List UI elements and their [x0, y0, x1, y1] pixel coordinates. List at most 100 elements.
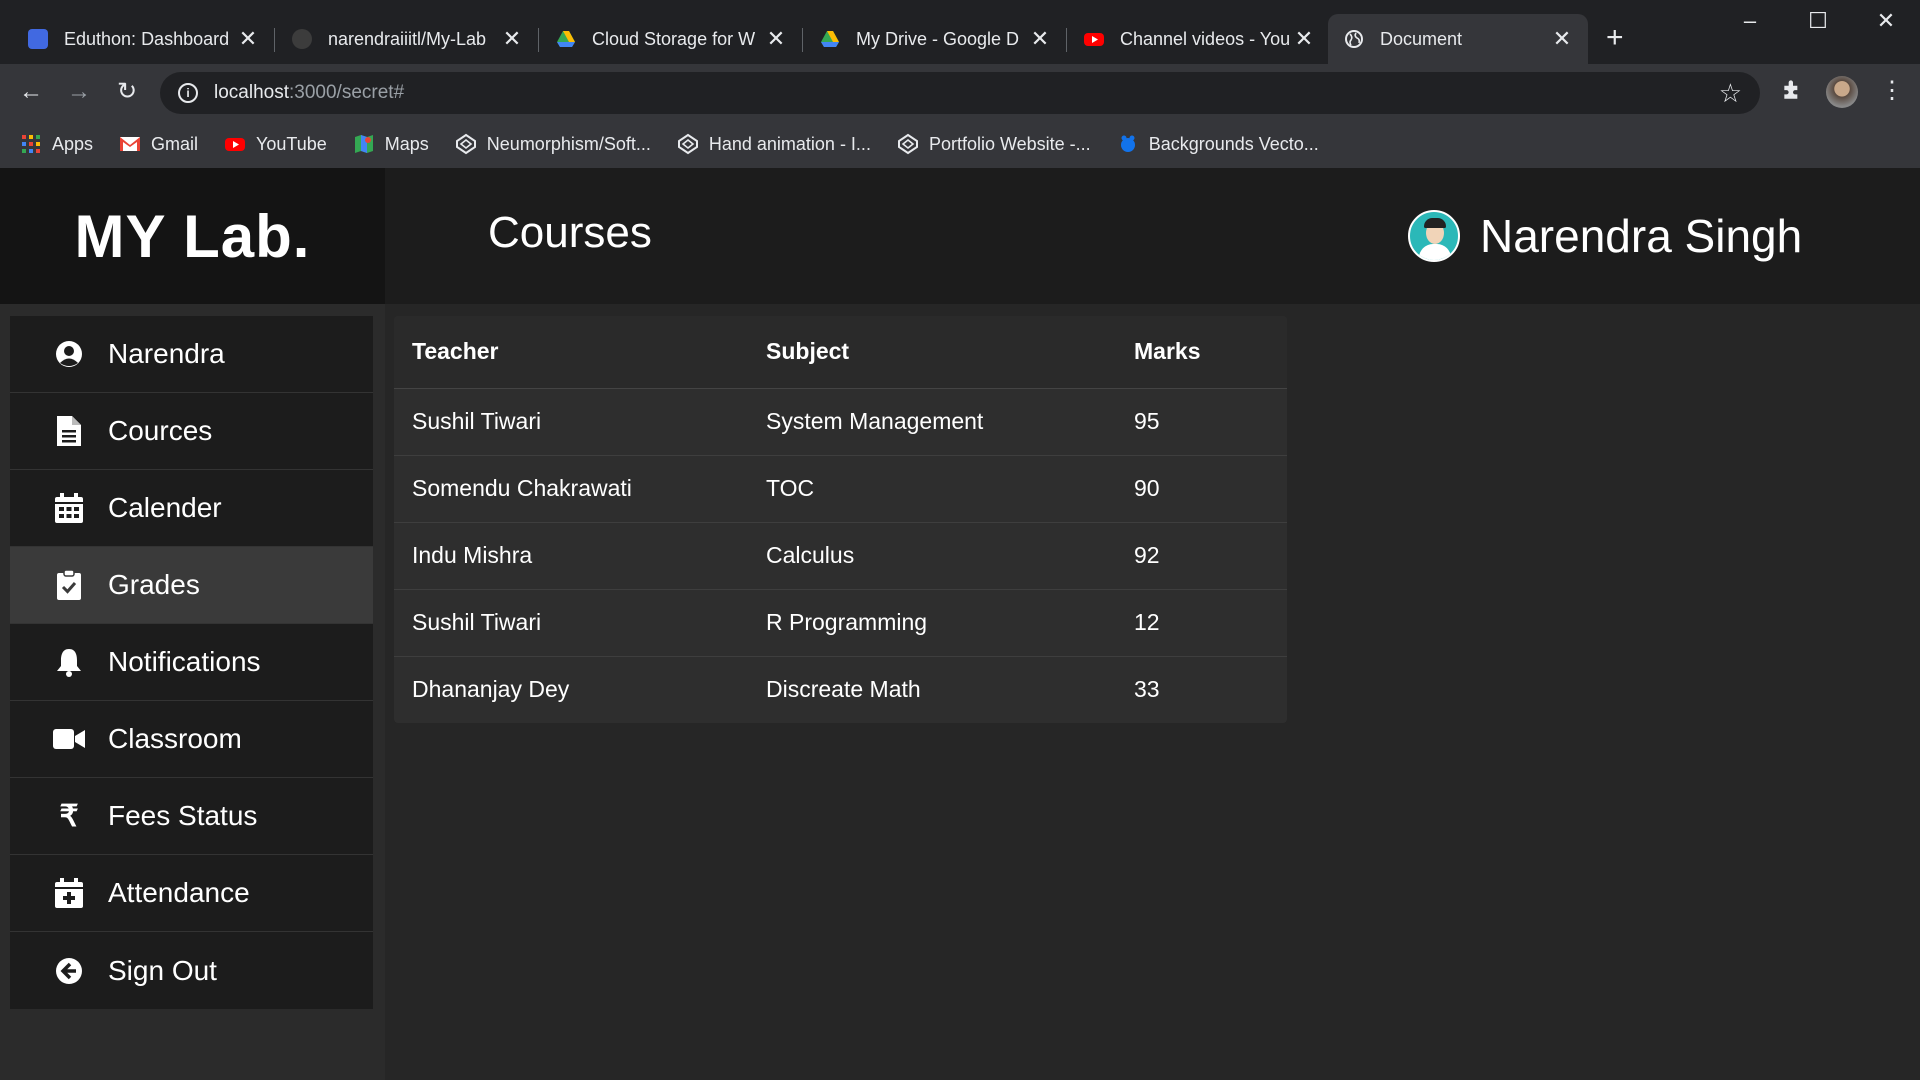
sidebar-item-notifications[interactable]: Notifications: [10, 624, 373, 701]
codepen-icon: [455, 133, 476, 155]
forward-arrow-icon[interactable]: →: [64, 78, 94, 106]
table-row: Indu Mishra Calculus 92: [394, 522, 1287, 590]
gmail-icon: [120, 137, 141, 151]
bookmark-backgrounds[interactable]: Backgrounds Vecto...: [1117, 133, 1319, 155]
close-tab-icon[interactable]: ✕: [1030, 26, 1050, 52]
tab-my-drive[interactable]: My Drive - Google D ✕: [804, 14, 1067, 64]
sidebar-item-profile[interactable]: Narendra: [10, 316, 373, 393]
close-tab-icon[interactable]: ✕: [1552, 26, 1572, 52]
google-drive-icon: [821, 31, 839, 47]
tab-title: Channel videos - You: [1120, 28, 1291, 49]
minimize-icon[interactable]: –: [1730, 8, 1770, 34]
site-info-icon[interactable]: i: [178, 83, 198, 103]
url-host: localhost: [214, 82, 289, 103]
user-name: Narendra Singh: [1480, 210, 1803, 262]
teacher-cell: Indu Mishra: [394, 522, 766, 590]
subject-cell: System Management: [766, 388, 1134, 456]
close-tab-icon[interactable]: ✕: [238, 26, 258, 52]
maximize-icon[interactable]: ☐: [1798, 8, 1838, 34]
bookmark-apps[interactable]: Apps: [20, 133, 93, 155]
globe-icon: [1345, 30, 1363, 48]
column-header-marks: Marks: [1134, 316, 1287, 389]
reload-icon[interactable]: ↻: [112, 78, 142, 106]
avatar[interactable]: [1408, 210, 1460, 262]
back-arrow-icon[interactable]: ←: [16, 78, 46, 106]
brand-logo[interactable]: MY Lab.: [0, 168, 385, 304]
close-tab-icon[interactable]: ✕: [1294, 26, 1314, 52]
sidebar-item-courses[interactable]: Cources: [10, 393, 373, 470]
bookmark-neumorphism[interactable]: Neumorphism/Soft...: [455, 133, 651, 155]
sidebar-item-fees-status[interactable]: ₹ Fees Status: [10, 778, 373, 855]
sidebar-item-attendance[interactable]: Attendance: [10, 855, 373, 932]
table-header-row: Teacher Subject Marks: [394, 316, 1287, 389]
avatar-hair: [1424, 218, 1446, 228]
file-icon: [52, 414, 86, 448]
grades-table: Teacher Subject Marks Sushil Tiwari Syst…: [394, 316, 1287, 723]
column-header-teacher: Teacher: [394, 316, 766, 389]
bell-icon: [52, 645, 86, 679]
tab-separator: [274, 28, 275, 52]
maps-icon: [354, 135, 373, 153]
bookmark-label: Portfolio Website -...: [928, 133, 1091, 154]
calendar-plus-icon: [52, 876, 86, 910]
marks-cell: 33: [1134, 676, 1160, 703]
user-circle-icon: [52, 337, 86, 371]
teacher-cell: Sushil Tiwari: [394, 388, 766, 456]
tab-eduthon[interactable]: Eduthon: Dashboard ✕: [12, 14, 275, 64]
tab-title: Cloud Storage for W: [592, 28, 756, 49]
app-header: MY Lab. Courses Narendra Singh: [0, 168, 1920, 304]
apps-grid-icon: [22, 135, 40, 153]
tab-youtube[interactable]: Channel videos - You ✕: [1068, 14, 1330, 64]
sidebar-item-sign-out[interactable]: Sign Out: [10, 932, 373, 1009]
subject-cell: R Programming: [766, 589, 1134, 657]
github-favicon-icon: [292, 29, 312, 49]
subject-cell: TOC: [766, 455, 1134, 523]
bookmark-hand-animation[interactable]: Hand animation - I...: [677, 133, 871, 155]
tab-document[interactable]: Document ✕: [1328, 14, 1588, 64]
table-row: Dhananjay Dey Discreate Math 33: [394, 656, 1287, 723]
tab-title: My Drive - Google D: [856, 28, 1020, 49]
close-tab-icon[interactable]: ✕: [766, 26, 786, 52]
table-row: Somendu Chakrawati TOC 90: [394, 455, 1287, 523]
bookmark-portfolio[interactable]: Portfolio Website -...: [897, 133, 1091, 155]
teacher-cell: Dhananjay Dey: [412, 676, 570, 703]
tab-separator: [1066, 28, 1067, 52]
close-window-icon[interactable]: ✕: [1866, 8, 1906, 34]
page-title: Courses: [488, 208, 652, 257]
sidebar-item-label: Classroom: [108, 723, 242, 754]
sidebar-item-label: Fees Status: [108, 800, 258, 831]
browser-chrome: Eduthon: Dashboard ✕ narendraiiitl/My-La…: [0, 0, 1920, 168]
user-profile[interactable]: Narendra Singh: [1408, 209, 1802, 263]
calendar-icon: [52, 491, 86, 525]
rupee-icon: ₹: [59, 799, 79, 833]
browser-profile-avatar[interactable]: [1826, 76, 1858, 108]
tab-cloud-storage[interactable]: Cloud Storage for W ✕: [540, 14, 803, 64]
url-path: :3000/secret#: [289, 82, 405, 103]
tab-title: Document: [1380, 28, 1463, 49]
browser-toolbar: ← → ↻ i localhost :3000/secret# ☆ ⋮: [0, 64, 1920, 120]
sidebar-item-label: Sign Out: [108, 954, 217, 986]
sidebar-item-grades[interactable]: Grades: [10, 547, 373, 624]
bookmark-maps[interactable]: Maps: [353, 133, 429, 155]
bookmark-gmail[interactable]: Gmail: [119, 133, 198, 155]
sidebar-item-classroom[interactable]: Classroom: [10, 701, 373, 778]
browser-menu-icon[interactable]: ⋮: [1880, 76, 1904, 105]
new-tab-button[interactable]: +: [1606, 20, 1624, 56]
close-tab-icon[interactable]: ✕: [502, 26, 522, 52]
marks-cell: 95: [1134, 388, 1287, 456]
video-camera-icon: [52, 722, 86, 756]
tab-github[interactable]: narendraiiitl/My-Lab ✕: [276, 14, 539, 64]
sidebar-item-label: Narendra: [108, 338, 225, 369]
extensions-puzzle-icon[interactable]: [1780, 76, 1806, 102]
bookmark-youtube[interactable]: YouTube: [224, 133, 327, 155]
eduthon-favicon-icon: [28, 29, 48, 49]
sidebar-item-label: Notifications: [108, 646, 261, 677]
marks-cell: 12: [1134, 589, 1287, 657]
table-row: Sushil Tiwari System Management 95: [394, 388, 1287, 456]
address-bar[interactable]: i localhost :3000/secret# ☆: [160, 72, 1760, 114]
sidebar: Narendra Cources Calender Grades Notific…: [10, 316, 373, 1009]
bookmark-star-icon[interactable]: ☆: [1719, 78, 1742, 109]
sidebar-item-calendar[interactable]: Calender: [10, 470, 373, 547]
bookmark-label: YouTube: [256, 133, 327, 154]
bookmarks-bar: Apps Gmail YouTube Maps Neumorphism/Soft…: [0, 120, 1920, 168]
